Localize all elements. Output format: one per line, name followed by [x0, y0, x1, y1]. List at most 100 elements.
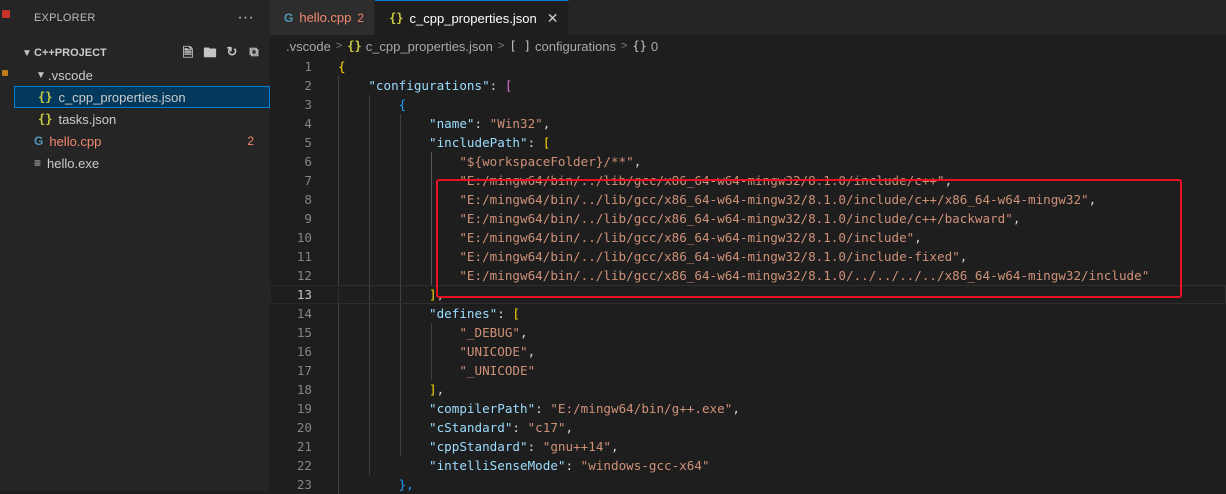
line-number: 23 — [296, 477, 312, 492]
code-line[interactable]: 6 "${workspaceFolder}/**", — [270, 152, 1226, 171]
file-tree: ▼ .vscode {} c_cpp_properties.json {} tasks.j… — [14, 64, 270, 174]
line-number: 12 — [296, 268, 312, 283]
code-token: , — [436, 382, 445, 397]
refresh-icon[interactable]: ↻ — [224, 44, 240, 66]
code-line[interactable]: 18 ], — [270, 380, 1226, 399]
line-number: 8 — [304, 192, 312, 207]
code-line[interactable]: 2 "configurations": [ — [270, 76, 1226, 95]
code-token: "configurations" — [368, 78, 490, 93]
code-line[interactable]: 20 "cStandard": "c17", — [270, 418, 1226, 437]
editor-tab[interactable]: Ghello.cpp 2 — [270, 0, 376, 35]
code-line[interactable]: 4 "name": "Win32", — [270, 114, 1226, 133]
code-token: }, — [398, 477, 414, 492]
code-token: [ — [512, 306, 521, 321]
tree-item-label: tasks.json — [58, 111, 117, 127]
tree-item[interactable]: ▼ .vscode — [14, 64, 270, 86]
explorer-title: EXPLORER — [34, 12, 96, 24]
code-token: , — [732, 401, 740, 416]
tab-bar: Ghello.cpp 2 {} c_cpp_properties.json ✕ — [270, 0, 1226, 35]
problem-count-badge: 2 — [247, 134, 254, 148]
chevron-right-icon: > — [497, 40, 505, 52]
code-token: "defines" — [429, 306, 498, 321]
section-actions: 🗎 🖿 ↻ ⧉ — [180, 44, 262, 66]
code-line[interactable]: 21 "cppStandard": "gnu++14", — [270, 437, 1226, 456]
code-token: , — [611, 439, 619, 454]
explorer-header: EXPLORER ··· — [14, 0, 270, 36]
code-line[interactable]: 16 "UNICODE", — [270, 342, 1226, 361]
new-folder-icon[interactable]: 🖿 — [202, 44, 218, 66]
line-number: 6 — [304, 154, 312, 169]
breadcrumb-item[interactable]: 0 — [651, 39, 658, 54]
tree-item[interactable]: Ghello.cpp 2 — [14, 130, 270, 152]
line-number: 20 — [296, 420, 312, 435]
code-token: "cppStandard" — [429, 439, 528, 454]
code-line[interactable]: 3 { — [270, 95, 1226, 114]
line-number: 21 — [296, 439, 312, 454]
line-text: "cppStandard": "gnu++14", — [338, 437, 619, 456]
close-icon[interactable]: ✕ — [547, 10, 559, 27]
breadcrumb-folder[interactable]: .vscode — [286, 39, 331, 54]
code-token: , — [565, 420, 574, 435]
code-token: "E:/mingw64/bin/g++.exe" — [550, 401, 733, 416]
code-token: "c17" — [527, 420, 566, 435]
line-number: 15 — [296, 325, 312, 340]
code-token: "cStandard" — [429, 420, 513, 435]
line-number: 4 — [304, 116, 312, 131]
code-line[interactable]: 17 "_UNICODE" — [270, 361, 1226, 380]
activity-marker-icon — [2, 70, 8, 76]
cpp-file-icon: G — [284, 10, 294, 25]
code-line[interactable]: 14 "defines": [ — [270, 304, 1226, 323]
tree-item-label: c_cpp_properties.json — [58, 89, 186, 105]
code-line[interactable]: 1{ — [270, 57, 1226, 76]
line-number: 22 — [296, 458, 312, 473]
line-text: "UNICODE", — [338, 342, 535, 361]
breadcrumb-file[interactable]: c_cpp_properties.json — [366, 39, 493, 54]
tree-item[interactable]: ≡ hello.exe — [14, 152, 270, 174]
code-token: : — [497, 306, 513, 321]
more-actions-icon[interactable]: ··· — [237, 9, 254, 27]
line-number: 9 — [304, 211, 312, 226]
line-text: "_DEBUG", — [338, 323, 527, 342]
breadcrumb-array[interactable]: configurations — [535, 39, 616, 54]
line-number: 11 — [296, 249, 312, 264]
code-line[interactable]: 22 "intelliSenseMode": "windows-gcc-x64" — [270, 456, 1226, 475]
line-text: "includePath": [ — [338, 133, 550, 152]
line-number: 1 — [304, 59, 312, 74]
code-line[interactable]: 23 }, — [270, 475, 1226, 494]
tree-item[interactable]: {} c_cpp_properties.json — [14, 86, 270, 108]
code-token: "gnu++14" — [542, 439, 611, 454]
chevron-right-icon: > — [335, 40, 343, 52]
code-token: : — [565, 458, 581, 473]
breadcrumb: .vscode > {} c_cpp_properties.json > [ ]… — [270, 35, 1226, 57]
new-file-icon[interactable]: 🗎 — [180, 44, 196, 66]
line-text: "_UNICODE" — [338, 361, 535, 380]
editor-tab[interactable]: {} c_cpp_properties.json ✕ — [375, 0, 570, 35]
project-section[interactable]: ▼ C++PROJECT 🗎 🖿 ↻ ⧉ — [14, 42, 270, 64]
code-token: : — [474, 116, 490, 131]
code-token: : — [527, 135, 543, 150]
code-line[interactable]: 15 "_DEBUG", — [270, 323, 1226, 342]
json-file-icon: {} — [389, 11, 404, 25]
tree-item[interactable]: {} tasks.json — [14, 108, 270, 130]
code-token: ] — [429, 382, 437, 397]
code-token: "${workspaceFolder}/**" — [459, 154, 634, 169]
code-token: [ — [504, 78, 513, 93]
collapse-all-icon[interactable]: ⧉ — [246, 44, 262, 66]
line-number: 16 — [296, 344, 312, 359]
code-line[interactable]: 19 "compilerPath": "E:/mingw64/bin/g++.e… — [270, 399, 1226, 418]
line-text: "name": "Win32", — [338, 114, 550, 133]
code-token: { — [338, 59, 346, 74]
line-text: ], — [338, 380, 444, 399]
code-token: , — [527, 344, 536, 359]
activity-marker-icon — [2, 10, 10, 18]
line-text: "defines": [ — [338, 304, 520, 323]
code-line[interactable]: 5 "includePath": [ — [270, 133, 1226, 152]
line-text: { — [338, 57, 346, 76]
json-file-icon: {} — [38, 112, 53, 126]
